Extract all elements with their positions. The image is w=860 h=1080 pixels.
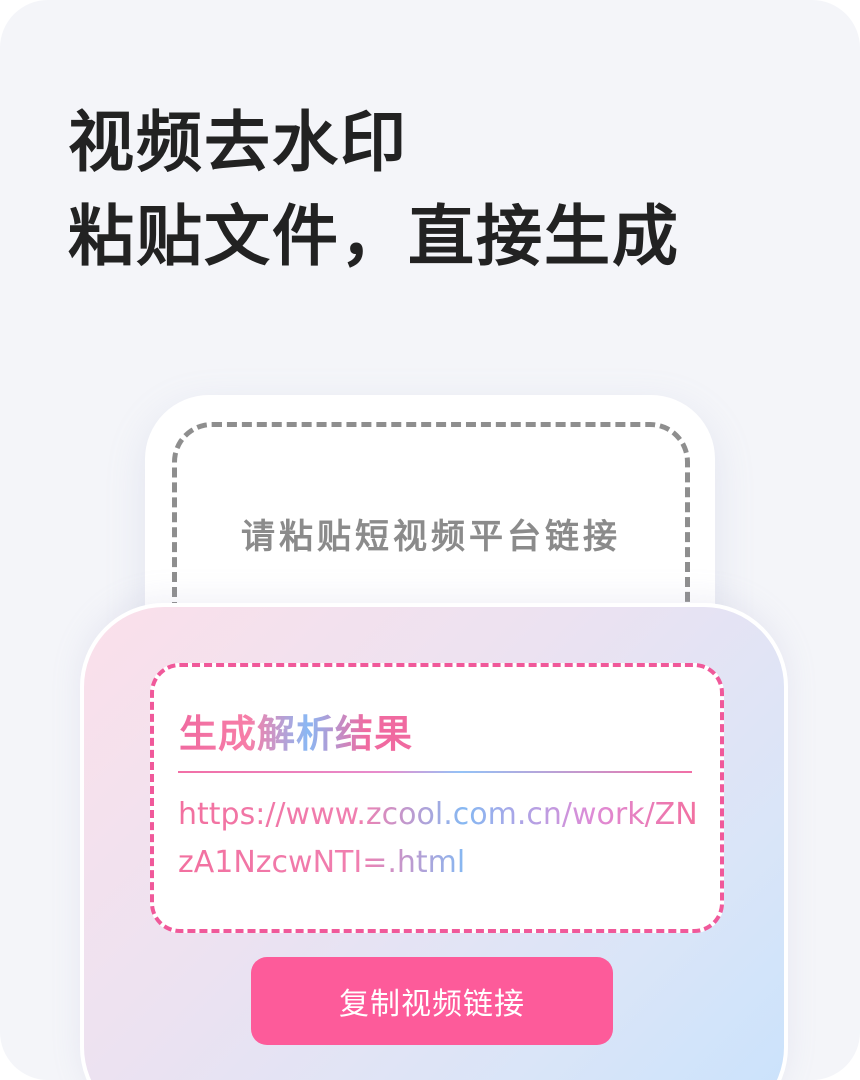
page-title: 视频去水印 粘贴文件，直接生成 [68, 96, 680, 284]
page-background: 视频去水印 粘贴文件，直接生成 请粘贴短视频平台链接 生成解析结果 https:… [0, 0, 860, 1080]
result-divider [178, 771, 692, 773]
result-title: 生成解析结果 [179, 703, 413, 758]
paste-placeholder-text: 请粘贴短视频平台链接 [241, 517, 621, 557]
result-url-text[interactable]: https://www.zcool.com.cn/work/ZNzA1NzcwN… [178, 791, 698, 887]
headline-line-2: 粘贴文件，直接生成 [68, 198, 680, 275]
result-box: 生成解析结果 https://www.zcool.com.cn/work/ZNz… [150, 663, 724, 933]
result-panel: 生成解析结果 https://www.zcool.com.cn/work/ZNz… [80, 603, 788, 1080]
headline-line-1: 视频去水印 [68, 104, 408, 181]
copy-video-link-button[interactable]: 复制视频链接 [251, 957, 613, 1045]
